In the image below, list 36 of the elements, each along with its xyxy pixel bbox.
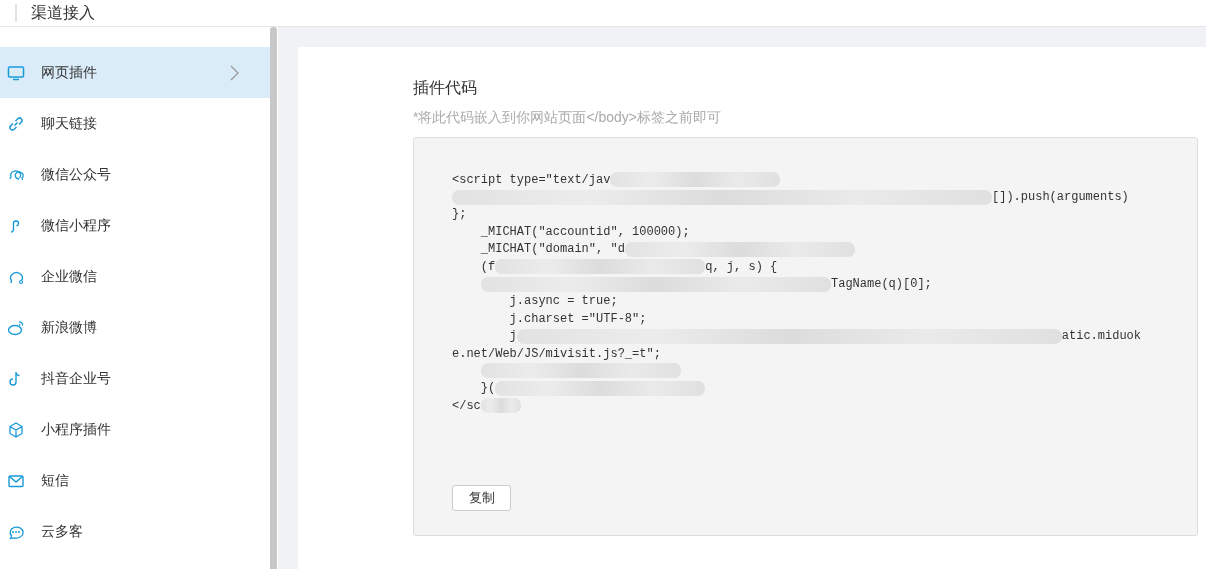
code-text: j: [508, 329, 517, 344]
code-text: </sc: [452, 398, 481, 413]
sidebar-item[interactable]: 微信小程序: [0, 200, 270, 251]
sidebar-item[interactable]: 企业微信: [0, 251, 270, 302]
code-text: q, j, s) {: [705, 259, 778, 274]
sidebar-item[interactable]: 网页插件: [0, 47, 270, 98]
sidebar-item[interactable]: 微信公众号: [0, 149, 270, 200]
code-text: };: [452, 207, 467, 222]
hint-text: *将此代码嵌入到你网站页面</body>标签之前即可: [413, 109, 723, 125]
sidebar-item[interactable]: 小程序插件: [0, 404, 270, 455]
page-title: 渠道接入: [31, 2, 95, 23]
monitor-icon: [7, 63, 25, 82]
chevron-right-icon: [230, 64, 240, 81]
weibo-icon: [7, 318, 25, 337]
code-text: }(: [479, 381, 496, 396]
sidebar-item[interactable]: 新浪微博: [0, 302, 270, 353]
code-text: []).push(arguments): [992, 190, 1129, 205]
code-text: <script type="text/jav: [452, 172, 611, 187]
code-text: j.async = true;: [508, 294, 618, 309]
code-text: (f: [479, 259, 496, 274]
sidebar-item[interactable]: 抖音企业号: [0, 353, 270, 404]
code-text: _MICHAT("accountid", 100000);: [479, 224, 690, 239]
cube-icon: [7, 420, 25, 439]
link-icon: [7, 114, 25, 133]
redaction-blur: [480, 398, 521, 414]
code-text: atic.miduok: [1061, 329, 1142, 344]
sidebar-item[interactable]: 聊天链接: [0, 98, 270, 149]
sidebar-item[interactable]: 云多客: [0, 506, 270, 557]
sidebar-item[interactable]: 短信: [0, 455, 270, 506]
code-text: e.net/Web/JS/mivisit.js?_=t";: [452, 346, 661, 361]
scrollbar[interactable]: [270, 27, 277, 569]
section-title: 插件代码: [413, 79, 478, 97]
code-text: TagName(q)[0];: [831, 277, 932, 292]
copy-button[interactable]: 复制: [452, 485, 511, 511]
code-text: _MICHAT("domain", "d: [479, 242, 625, 257]
code-text: j.charset ="UTF-8";: [508, 311, 647, 326]
